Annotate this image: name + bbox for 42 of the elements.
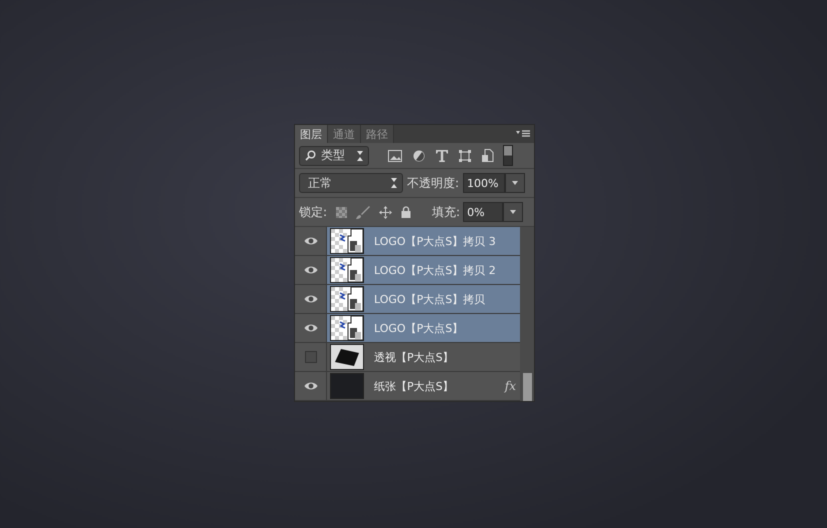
filter-toggle[interactable] <box>503 145 513 166</box>
fill-label: 填充: <box>432 204 460 220</box>
stepper-icon <box>391 178 397 188</box>
eye-icon[interactable] <box>304 381 318 391</box>
search-icon <box>305 150 316 161</box>
dropdown-button[interactable] <box>503 202 524 222</box>
move-icon[interactable] <box>379 206 392 218</box>
transform-icon[interactable] <box>459 150 471 162</box>
layer-thumbnail <box>330 286 364 312</box>
brush-icon[interactable] <box>356 206 370 218</box>
panel-tab[interactable]: 路径 <box>361 125 394 143</box>
blend-mode-dropdown[interactable]: 正常 <box>299 173 403 193</box>
panel-tab[interactable]: 通道 <box>328 125 361 143</box>
eye-icon[interactable] <box>304 265 318 275</box>
eye-icon[interactable] <box>304 236 318 246</box>
dropdown-button[interactable] <box>505 173 526 193</box>
checker-icon[interactable] <box>336 206 348 218</box>
half-circle-icon[interactable] <box>413 150 425 162</box>
layer-thumbnail <box>330 315 364 341</box>
eye-icon[interactable] <box>304 323 318 333</box>
lock-icon[interactable] <box>401 206 412 218</box>
stepper-icon <box>357 150 363 160</box>
effects-label: fx <box>504 379 516 393</box>
layer-row[interactable]: 透视【P大点S】 <box>295 343 520 372</box>
menu-icon[interactable] <box>516 130 530 138</box>
layer-name[interactable]: 纸张【P大点S】 <box>374 378 454 394</box>
fill-field[interactable]: 0% <box>463 202 504 222</box>
layer-thumbnail <box>330 373 364 399</box>
opacity-field[interactable]: 100% <box>463 173 506 193</box>
eye-icon[interactable] <box>304 294 318 304</box>
document-icon[interactable] <box>482 149 494 162</box>
scrollbar-thumb[interactable] <box>523 373 532 401</box>
filter-dropdown[interactable]: 类型 <box>299 146 369 166</box>
layer-thumbnail <box>330 344 364 370</box>
layer-name[interactable]: 透视【P大点S】 <box>374 350 454 364</box>
lock-label: 锁定: <box>299 204 328 220</box>
opacity-label: 不透明度: <box>407 174 460 192</box>
type-tool-icon[interactable] <box>436 150 448 162</box>
panel-tab[interactable]: 图层 <box>295 125 328 143</box>
image-icon[interactable] <box>388 150 402 162</box>
layer-thumbnail <box>330 257 364 283</box>
layer-row[interactable]: 纸张【P大点S】 fx <box>295 372 520 401</box>
